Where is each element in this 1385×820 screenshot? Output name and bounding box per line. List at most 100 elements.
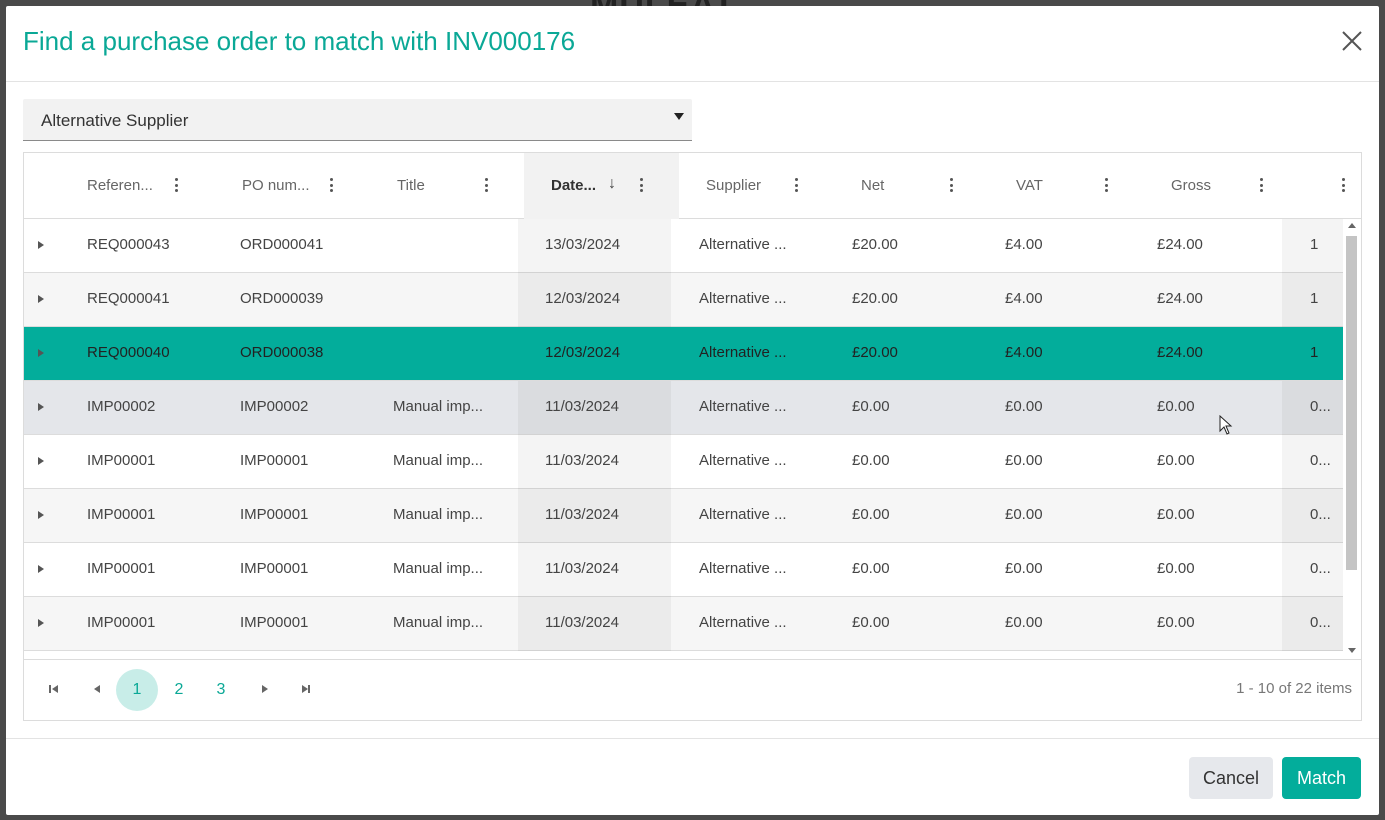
header-supplier-label: Supplier <box>706 177 762 194</box>
cell-net: £0.00 <box>852 398 890 415</box>
cell-extra: 0... <box>1282 489 1343 543</box>
table-row[interactable]: IMP00001 IMP00001 Manual imp... 11/03/2024 A… <box>24 543 1343 597</box>
header-vat[interactable]: VAT <box>989 153 1144 219</box>
cell-date: 13/03/2024 <box>518 219 671 273</box>
last-page-button[interactable] <box>301 682 313 696</box>
cell-vat: £0.00 <box>1005 398 1043 415</box>
cell-extra: 0... <box>1282 381 1343 435</box>
cancel-button[interactable]: Cancel <box>1189 757 1273 799</box>
supplier-dropdown[interactable]: Alternative Supplier <box>23 99 692 141</box>
header-extra[interactable] <box>1299 153 1361 219</box>
column-menu-icon[interactable] <box>1342 178 1346 192</box>
header-title-label: Title <box>397 177 425 194</box>
column-menu-icon[interactable] <box>950 178 954 192</box>
cell-vat: £0.00 <box>1005 560 1043 577</box>
page-3-button[interactable]: 3 <box>200 669 242 711</box>
cell-gross: £24.00 <box>1157 236 1203 253</box>
cell-po-number: ORD000038 <box>240 344 324 361</box>
scroll-down-icon[interactable] <box>1348 648 1356 653</box>
cell-extra: 1 <box>1310 344 1319 361</box>
column-menu-icon[interactable] <box>175 178 179 192</box>
cell-vat: £4.00 <box>1005 344 1043 361</box>
cell-po-number: IMP00001 <box>240 452 309 469</box>
next-page-button[interactable] <box>260 682 272 696</box>
column-menu-icon[interactable] <box>640 178 644 192</box>
purchase-order-grid: Referen... PO num... Title Date... ↓ Sup… <box>23 152 1362 721</box>
expand-row-icon[interactable] <box>38 565 44 573</box>
cell-supplier: Alternative ... <box>699 290 787 307</box>
cell-vat: £0.00 <box>1005 614 1043 631</box>
header-title[interactable]: Title <box>394 153 524 219</box>
table-row[interactable]: IMP00002 IMP00002 Manual imp... 11/03/2024 A… <box>24 381 1343 435</box>
header-date[interactable]: Date... ↓ <box>524 153 679 219</box>
cell-gross: £24.00 <box>1157 290 1203 307</box>
column-menu-icon[interactable] <box>485 178 489 192</box>
header-reference[interactable]: Referen... <box>84 153 239 219</box>
supplier-dropdown-value: Alternative Supplier <box>41 111 189 130</box>
header-date-label: Date... <box>551 177 597 194</box>
cell-date: 12/03/2024 <box>545 344 621 361</box>
table-row[interactable]: IMP00001 IMP00001 Manual imp... 11/03/2024 A… <box>24 597 1343 651</box>
column-menu-icon[interactable] <box>1260 178 1264 192</box>
cell-date: 11/03/2024 <box>518 435 671 489</box>
cell-gross: £0.00 <box>1157 614 1195 631</box>
table-row[interactable]: REQ000043 ORD000041 13/03/2024 Alternative … <box>24 219 1343 273</box>
expand-row-icon[interactable] <box>38 457 44 465</box>
table-row[interactable]: REQ000041 ORD000039 12/03/2024 Alternative … <box>24 273 1343 327</box>
previous-page-button[interactable] <box>92 682 104 696</box>
column-menu-icon[interactable] <box>330 178 334 192</box>
cell-date: 11/03/2024 <box>518 381 671 435</box>
scroll-up-icon[interactable] <box>1348 223 1356 228</box>
header-gross[interactable]: Gross <box>1144 153 1299 219</box>
expand-row-icon[interactable] <box>38 241 44 249</box>
table-row[interactable]: REQ000040 ORD000038 12/03/2024 Alternative … <box>24 327 1343 381</box>
grid-pager: 1 2 3 1 - 10 of 22 items <box>24 659 1361 720</box>
header-po-number-label: PO num... <box>242 177 310 194</box>
expand-row-icon[interactable] <box>38 349 44 357</box>
cell-gross: £0.00 <box>1157 560 1195 577</box>
scrollbar-thumb[interactable] <box>1346 236 1357 570</box>
cell-gross: £0.00 <box>1157 506 1195 523</box>
header-po-number[interactable]: PO num... <box>239 153 394 219</box>
expand-row-icon[interactable] <box>38 511 44 519</box>
grid-vertical-scrollbar[interactable] <box>1343 219 1361 659</box>
page-1-button[interactable]: 1 <box>116 669 158 711</box>
match-purchase-order-dialog: Find a purchase order to match with INV0… <box>6 6 1379 815</box>
cell-supplier: Alternative ... <box>699 452 787 469</box>
expand-row-icon[interactable] <box>38 619 44 627</box>
expand-row-icon[interactable] <box>38 295 44 303</box>
cell-title: Manual imp... <box>393 398 484 415</box>
header-supplier[interactable]: Supplier <box>679 153 834 219</box>
column-menu-icon[interactable] <box>1105 178 1109 192</box>
cell-po-number: IMP00002 <box>240 398 309 415</box>
sort-descending-icon: ↓ <box>608 175 616 192</box>
table-row[interactable]: IMP00001 IMP00001 Manual imp... 11/03/2024 A… <box>24 489 1343 543</box>
close-button[interactable] <box>1339 28 1365 54</box>
cell-net: £20.00 <box>852 290 898 307</box>
first-page-button[interactable] <box>48 682 60 696</box>
mouse-pointer-icon <box>1219 415 1233 435</box>
header-vat-label: VAT <box>1016 177 1043 194</box>
cell-reference: IMP00002 <box>87 398 156 415</box>
grid-header: Referen... PO num... Title Date... ↓ Sup… <box>24 153 1361 219</box>
cell-supplier: Alternative ... <box>699 236 787 253</box>
cell-reference: IMP00001 <box>87 452 156 469</box>
cell-date: 11/03/2024 <box>518 543 671 597</box>
cell-vat: £4.00 <box>1005 290 1043 307</box>
match-button[interactable]: Match <box>1282 757 1361 799</box>
cell-title <box>393 327 533 381</box>
cell-extra: 1 <box>1282 219 1343 273</box>
cell-net: £0.00 <box>852 452 890 469</box>
cell-net: £20.00 <box>852 344 898 361</box>
expand-row-icon[interactable] <box>38 403 44 411</box>
cell-net: £0.00 <box>852 614 890 631</box>
next-page-icon <box>262 685 268 693</box>
cell-title: Manual imp... <box>393 614 484 631</box>
cell-title <box>393 219 533 273</box>
header-net-label: Net <box>861 177 885 194</box>
page-2-button[interactable]: 2 <box>158 669 200 711</box>
header-net[interactable]: Net <box>834 153 989 219</box>
header-gross-label: Gross <box>1171 177 1212 194</box>
column-menu-icon[interactable] <box>795 178 799 192</box>
table-row[interactable]: IMP00001 IMP00001 Manual imp... 11/03/2024 A… <box>24 435 1343 489</box>
